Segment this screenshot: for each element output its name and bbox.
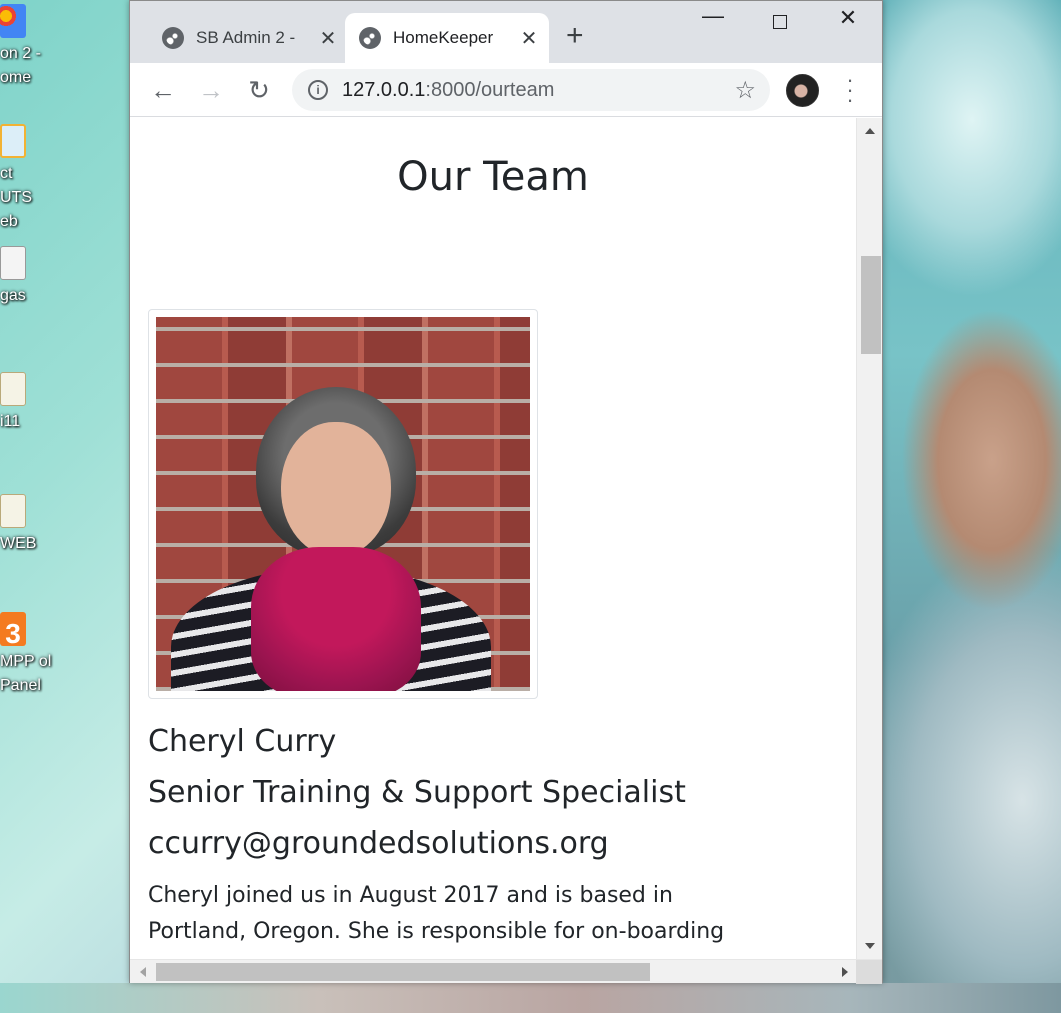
globe-icon: [162, 27, 184, 49]
close-tab-icon[interactable]: ✕: [517, 26, 541, 51]
reload-button[interactable]: ↻: [244, 75, 274, 105]
member-photo-frame: [148, 309, 538, 699]
close-window-button[interactable]: ✕: [833, 5, 863, 31]
profile-avatar[interactable]: [786, 74, 819, 107]
member-photo: [156, 317, 530, 691]
xampp-icon: 3: [0, 612, 26, 649]
address-bar[interactable]: i 127.0.0.1:8000/ourteam ☆: [292, 69, 770, 111]
file-icon: [0, 494, 26, 528]
globe-icon: [359, 27, 381, 49]
scroll-left-arrow-icon[interactable]: [140, 967, 146, 977]
desktop-wallpaper: [882, 0, 1061, 1013]
tab-sb-admin[interactable]: SB Admin 2 - ✕: [148, 13, 348, 63]
forward-button[interactable]: →: [196, 75, 226, 105]
url-host: 127.0.0.1: [342, 78, 426, 101]
scroll-down-arrow-icon[interactable]: [865, 943, 875, 949]
tab-title: SB Admin 2 -: [196, 28, 296, 47]
browser-window: SB Admin 2 - ✕ HomeKeeper ✕ + — ✕ ← → ↻ …: [129, 0, 883, 984]
desktop-shortcut-label: MPP ol Panel: [0, 653, 52, 694]
tab-strip: SB Admin 2 - ✕ HomeKeeper ✕ + — ✕: [130, 1, 882, 63]
tab-homekeeper[interactable]: HomeKeeper ✕: [345, 13, 549, 63]
scroll-up-arrow-icon[interactable]: [865, 128, 875, 134]
document-icon: [0, 246, 26, 280]
horizontal-scroll-thumb[interactable]: [156, 963, 650, 981]
new-tab-button[interactable]: +: [566, 21, 584, 51]
page-title: Our Team: [397, 154, 589, 200]
tab-title: HomeKeeper: [393, 28, 494, 47]
browser-toolbar: ← → ↻ i 127.0.0.1:8000/ourteam ☆ · · ·: [130, 63, 882, 117]
ie-shortcut-icon: [0, 124, 26, 158]
url-path: :8000/ourteam: [425, 78, 555, 101]
member-name: Cheryl Curry: [148, 724, 337, 759]
vertical-scrollbar[interactable]: [856, 118, 882, 959]
desktop-shortcut-label: gas: [0, 287, 26, 304]
maximize-button[interactable]: [765, 7, 795, 35]
desktop-shortcut-i11[interactable]: i11: [0, 372, 60, 434]
file-icon: [0, 372, 26, 406]
scrollbar-corner: [856, 960, 882, 984]
maximize-icon: [773, 15, 787, 29]
member-bio: Cheryl joined us in August 2017 and is b…: [148, 883, 725, 959]
bookmark-star-icon[interactable]: ☆: [734, 76, 756, 105]
desktop-shortcut-label: WEB: [0, 535, 37, 552]
minimize-button[interactable]: —: [698, 3, 728, 29]
scroll-right-arrow-icon[interactable]: [842, 967, 848, 977]
desktop-shortcut-label: on 2 - ome: [0, 45, 41, 86]
desktop-shortcut-web[interactable]: WEB: [0, 494, 60, 556]
member-role: Senior Training & Support Specialist: [148, 775, 686, 810]
site-info-icon[interactable]: i: [308, 80, 328, 100]
desktop-shortcut-label: i11: [0, 413, 21, 430]
member-email: ccurry@groundedsolutions.org: [148, 826, 609, 861]
chrome-icon: [0, 4, 26, 38]
browser-menu-icon[interactable]: · · ·: [840, 69, 860, 111]
page-viewport: Our Team Cheryl Curry Senior Training & …: [130, 118, 856, 959]
horizontal-scrollbar[interactable]: [130, 959, 882, 984]
desktop-shortcut-label: ct UTS eb: [0, 165, 32, 230]
desktop-wallpaper-bottom: [0, 983, 1061, 1013]
close-tab-icon[interactable]: ✕: [316, 26, 340, 51]
url-text[interactable]: 127.0.0.1:8000/ourteam: [342, 79, 734, 102]
desktop-shortcut-chrome[interactable]: on 2 - ome: [0, 4, 60, 90]
desktop-shortcut-uts[interactable]: ct UTS eb: [0, 124, 60, 234]
vertical-scroll-thumb[interactable]: [861, 256, 881, 354]
desktop-shortcut-gas[interactable]: gas: [0, 246, 60, 308]
back-button[interactable]: ←: [148, 75, 178, 105]
desktop-shortcut-xampp[interactable]: 3 MPP ol Panel: [0, 612, 60, 698]
